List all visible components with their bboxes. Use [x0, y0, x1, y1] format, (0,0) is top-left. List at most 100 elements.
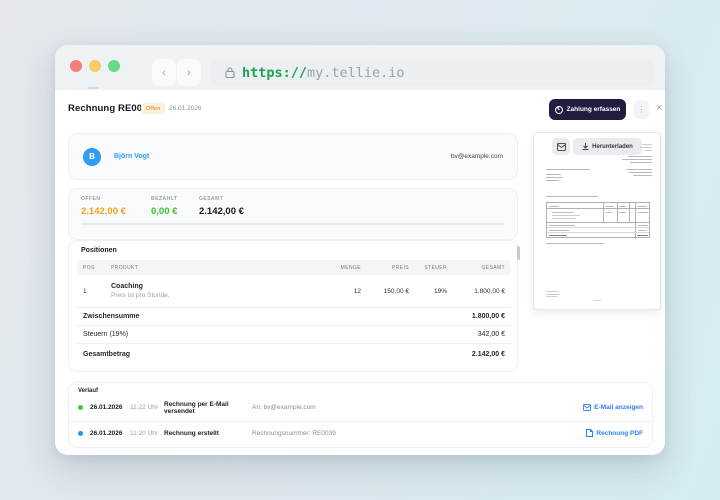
traffic-maximize-button[interactable]	[108, 60, 120, 72]
pdf-line	[546, 291, 559, 292]
traffic-minimize-button[interactable]	[89, 60, 101, 72]
browser-chrome: ‹ › https:// my.tellie.io	[55, 45, 665, 90]
file-icon	[586, 429, 593, 437]
avatar: B	[83, 148, 101, 166]
col-gesamt: GESAMT	[447, 265, 505, 271]
summary-paid: BEZAHLT 0,00 €	[151, 196, 177, 217]
history-title: Verlauf	[78, 388, 98, 394]
euro-circle-icon: €	[555, 106, 563, 114]
envelope-icon	[583, 404, 591, 411]
pdf-line	[549, 230, 569, 231]
tax-value: 342,00 €	[478, 331, 505, 338]
scroll-handle-dash	[88, 87, 98, 89]
col-pos: POS	[83, 265, 111, 271]
pdf-line	[619, 206, 626, 207]
pdf-line	[640, 147, 652, 148]
more-menu-button[interactable]: ⋮	[634, 100, 649, 119]
tax-label: Steuern (19%)	[83, 331, 478, 338]
pdf-line	[630, 162, 652, 163]
send-email-button[interactable]	[552, 138, 570, 155]
row-pos: 1	[83, 288, 111, 295]
pdf-line	[637, 235, 648, 236]
row-menge: 12	[321, 288, 361, 295]
pdf-line	[644, 150, 652, 151]
col-preis: PREIS	[361, 265, 409, 271]
tax-row: Steuern (19%) 342,00 €	[77, 326, 511, 344]
view-email-link[interactable]: E-Mail anzeigen	[583, 404, 643, 411]
entry-time: 11:22 Uhr	[130, 404, 164, 411]
invoice-pdf-label: Rechnung PDF	[596, 430, 643, 437]
summary-open-label: OFFEN	[81, 196, 126, 202]
pdf-line	[552, 212, 574, 213]
pdf-line	[546, 177, 563, 178]
positions-table-header: POS PRODUKT MENGE PREIS STEUER GESAMT	[77, 260, 511, 275]
download-label: Herunterladen	[592, 144, 633, 150]
pdf-line	[546, 196, 598, 197]
pdf-line	[633, 175, 652, 176]
summary-total-label: GESAMT	[199, 196, 244, 202]
status-dot-blue	[78, 431, 83, 436]
chevron-right-icon: ›	[187, 67, 191, 79]
invoice-date: 26.01.2026	[169, 105, 202, 112]
envelope-icon	[557, 143, 566, 151]
lock-icon	[225, 67, 235, 78]
pdf-line	[546, 296, 557, 297]
status-badge: Offen	[141, 103, 165, 114]
table-row: 1 Coaching Preis ist pro Stunde. 12 150,…	[77, 275, 511, 308]
history-card: Verlauf 26.01.2026 11:22 Uhr Rechnung pe…	[68, 382, 653, 448]
summary-total: GESAMT 2.142,00 €	[199, 196, 244, 217]
close-button[interactable]: ×	[656, 102, 662, 114]
pdf-line	[622, 159, 652, 160]
url-bar[interactable]: https:// my.tellie.io	[210, 59, 655, 86]
browser-window: ‹ › https:// my.tellie.io Rechnung RE003…	[55, 45, 665, 455]
summary-divider	[81, 223, 505, 225]
browser-back-button[interactable]: ‹	[152, 59, 176, 86]
pdf-line	[629, 172, 652, 173]
pdf-table-rule	[629, 203, 630, 223]
grand-total-row: Gesamtbetrag 2.142,00 €	[77, 345, 511, 363]
amount-summary-card: OFFEN 2.142,00 € BEZAHLT 0,00 € GESAMT 2…	[68, 188, 518, 240]
list-item: 26.01.2026 11:20 Uhr Rechnung erstellt R…	[69, 421, 654, 444]
pdf-line	[546, 243, 604, 244]
view-email-label: E-Mail anzeigen	[594, 404, 643, 411]
pdf-table-rule	[635, 203, 636, 239]
pdf-line	[546, 169, 590, 170]
traffic-close-button[interactable]	[70, 60, 82, 72]
entry-detail: Rechnungsnummer: RE0039	[252, 430, 586, 437]
row-preis: 150,00 €	[361, 288, 409, 295]
pdf-line	[626, 169, 652, 170]
summary-total-value: 2.142,00 €	[199, 206, 244, 217]
pdf-line	[628, 156, 652, 157]
subtotal-row: Zwischensumme 1.800,00 €	[77, 308, 511, 326]
summary-paid-value: 0,00 €	[151, 206, 177, 217]
positions-card: Positionen POS PRODUKT MENGE PREIS STEUE…	[68, 240, 518, 372]
pdf-table-rule	[603, 203, 604, 223]
subtotal-label: Zwischensumme	[83, 313, 472, 320]
grand-total-label: Gesamtbetrag	[83, 351, 472, 358]
url-scheme: https://	[242, 65, 307, 81]
invoice-pdf-link[interactable]: Rechnung PDF	[586, 429, 643, 437]
invoice-pdf-thumbnail[interactable]: Herunterladen	[533, 132, 661, 310]
browser-forward-button[interactable]: ›	[177, 59, 201, 86]
pdf-line	[638, 230, 647, 231]
download-button[interactable]: Herunterladen	[573, 138, 642, 155]
pdf-line	[637, 206, 647, 207]
pdf-line	[605, 206, 614, 207]
col-menge: MENGE	[321, 265, 361, 271]
pdf-line	[546, 174, 561, 175]
pdf-line	[549, 235, 567, 236]
pdf-line	[552, 215, 580, 216]
pdf-line	[546, 180, 559, 181]
record-payment-label: Zahlung erfassen	[567, 106, 621, 113]
record-payment-button[interactable]: € Zahlung erfassen	[549, 99, 626, 120]
row-product: Coaching	[111, 283, 321, 290]
entry-event: Rechnung per E-Mail versendet	[164, 401, 252, 415]
status-dot-green	[78, 405, 83, 410]
list-item: 26.01.2026 11:22 Uhr Rechnung per E-Mail…	[69, 396, 654, 419]
pdf-line	[546, 294, 560, 295]
pdf-line	[549, 225, 575, 226]
entry-event: Rechnung erstellt	[164, 430, 252, 437]
scrollbar-thumb[interactable]	[517, 246, 520, 260]
customer-name-link[interactable]: Björn Vogt	[114, 153, 149, 160]
positions-title: Positionen	[81, 247, 117, 254]
